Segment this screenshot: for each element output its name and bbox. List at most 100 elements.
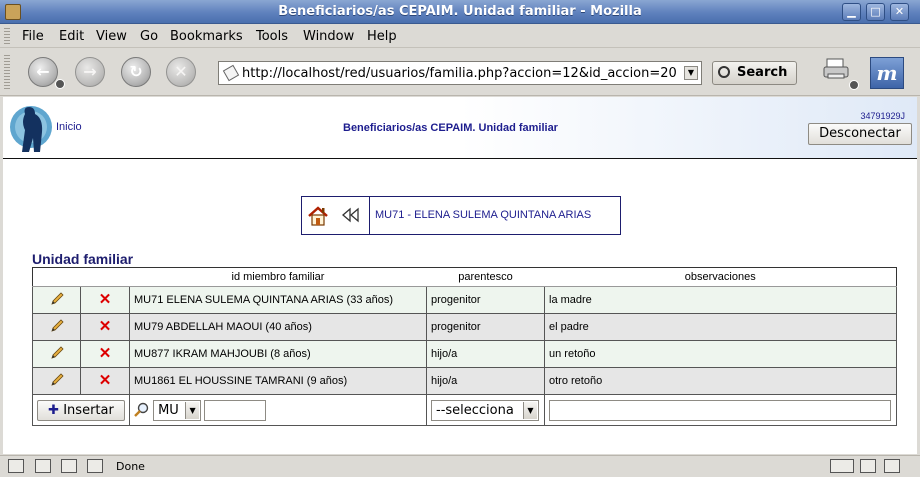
notes-input[interactable] bbox=[549, 399, 891, 421]
mozilla-status-icon[interactable] bbox=[8, 459, 24, 473]
menu-bar: File Edit View Go Bookmarks Tools Window… bbox=[0, 25, 920, 48]
back-arrow-icon: ← bbox=[36, 62, 50, 81]
forward-button[interactable]: → bbox=[75, 57, 105, 87]
edit-pencil-icon[interactable] bbox=[49, 345, 65, 361]
relation-cell: progenitor bbox=[426, 286, 545, 314]
menu-bookmarks[interactable]: Bookmarks bbox=[170, 29, 243, 44]
user-id: 34791929J bbox=[860, 111, 905, 121]
menu-window[interactable]: Window bbox=[303, 29, 354, 44]
delete-x-icon[interactable]: ✕ bbox=[99, 373, 112, 389]
delete-x-icon[interactable]: ✕ bbox=[99, 319, 112, 335]
new-member-cell: MU ▼ bbox=[129, 394, 427, 426]
mail-icon[interactable] bbox=[35, 459, 51, 473]
minimize-button[interactable]: ▁ bbox=[842, 3, 861, 21]
actions-header bbox=[32, 267, 130, 287]
window-title: Beneficiarios/as CEPAIM. Unidad familiar… bbox=[278, 4, 642, 19]
rewind-icon[interactable] bbox=[341, 207, 361, 223]
url-text[interactable]: http://localhost/red/usuarios/familia.ph… bbox=[242, 66, 677, 81]
member-cell: MU877 IKRAM MAHJOUBI (8 años) bbox=[129, 340, 427, 368]
edit-cell bbox=[32, 286, 81, 314]
online-status-icon[interactable] bbox=[830, 459, 854, 473]
popup-blocked-icon[interactable] bbox=[860, 459, 876, 473]
close-button[interactable]: ✕ bbox=[890, 3, 909, 21]
page-viewport: Inicio Beneficiarios/as CEPAIM. Unidad f… bbox=[3, 97, 917, 454]
delete-x-icon[interactable]: ✕ bbox=[99, 346, 112, 362]
url-history-dropdown[interactable]: ▼ bbox=[684, 66, 698, 80]
notes-cell: el padre bbox=[544, 313, 897, 341]
table-row: ✕ MU71 ELENA SULEMA QUINTANA ARIAS (33 a… bbox=[32, 286, 897, 314]
member-prefix-value: MU bbox=[158, 402, 179, 418]
edit-cell bbox=[32, 340, 81, 368]
column-header-relation: parentesco bbox=[426, 267, 545, 287]
new-relation-cell: --selecciona ▼ bbox=[426, 394, 545, 426]
print-button[interactable] bbox=[822, 57, 852, 85]
security-lock-icon bbox=[884, 459, 900, 473]
menu-tools[interactable]: Tools bbox=[256, 29, 288, 44]
page-header: Inicio Beneficiarios/as CEPAIM. Unidad f… bbox=[3, 97, 917, 159]
current-member-link[interactable]: MU71 - ELENA SULEMA QUINTANA ARIAS bbox=[375, 209, 591, 221]
title-bar: Beneficiarios/as CEPAIM. Unidad familiar… bbox=[0, 0, 920, 24]
stop-button[interactable]: ✕ bbox=[166, 57, 196, 87]
reload-button[interactable]: ↻ bbox=[121, 57, 151, 87]
relation-cell: hijo/a bbox=[426, 340, 545, 368]
menu-help[interactable]: Help bbox=[367, 29, 397, 44]
delete-cell: ✕ bbox=[80, 340, 130, 368]
section-title: Unidad familiar bbox=[32, 251, 134, 267]
table-row: ✕ MU1861 EL HOUSSINE TAMRANI (9 años) hi… bbox=[32, 367, 897, 395]
notes-cell: la madre bbox=[544, 286, 897, 314]
forward-arrow-icon: → bbox=[83, 62, 97, 81]
menu-go[interactable]: Go bbox=[140, 29, 158, 44]
insert-button[interactable]: ✚ Insertar bbox=[37, 399, 125, 421]
print-dropdown-icon[interactable] bbox=[849, 80, 859, 90]
notes-cell: un retoño bbox=[544, 340, 897, 368]
delete-cell: ✕ bbox=[80, 286, 130, 314]
menu-edit[interactable]: Edit bbox=[59, 29, 84, 44]
url-bar[interactable]: http://localhost/red/usuarios/familia.ph… bbox=[218, 61, 702, 85]
search-button-label: Search bbox=[737, 65, 788, 80]
member-prefix-select[interactable]: MU ▼ bbox=[153, 399, 202, 421]
cepaim-logo bbox=[10, 106, 52, 152]
maximize-button[interactable]: □ bbox=[866, 3, 885, 21]
back-history-dropdown-icon[interactable] bbox=[55, 79, 65, 89]
relation-cell: progenitor bbox=[426, 313, 545, 341]
edit-cell bbox=[32, 313, 81, 341]
chevron-down-icon: ▼ bbox=[185, 401, 200, 419]
edit-pencil-icon[interactable] bbox=[49, 291, 65, 307]
delete-x-icon[interactable]: ✕ bbox=[99, 292, 112, 308]
disconnect-button[interactable]: Desconectar bbox=[808, 123, 912, 145]
member-number-input[interactable] bbox=[204, 399, 267, 421]
insert-cell: ✚ Insertar bbox=[32, 394, 130, 426]
search-button[interactable]: Search bbox=[712, 61, 797, 85]
new-member-row: ✚ Insertar MU ▼ --selecciona ▼ bbox=[32, 394, 897, 426]
page-header-title: Beneficiarios/as CEPAIM. Unidad familiar bbox=[343, 122, 558, 134]
family-table: id miembro familiar parentesco observaci… bbox=[32, 267, 897, 426]
table-header-row: id miembro familiar parentesco observaci… bbox=[32, 267, 897, 287]
browser-window: Beneficiarios/as CEPAIM. Unidad familiar… bbox=[0, 0, 920, 477]
home-link[interactable]: Inicio bbox=[56, 121, 82, 133]
member-lookup-icon[interactable] bbox=[134, 402, 150, 418]
home-icon[interactable] bbox=[307, 205, 329, 227]
status-bar: Done bbox=[0, 455, 920, 477]
relation-cell: hijo/a bbox=[426, 367, 545, 395]
navigation-toolbar: ← → ↻ ✕ http://localhost/red/usuarios/fa… bbox=[0, 49, 920, 96]
delete-cell: ✕ bbox=[80, 313, 130, 341]
edit-cell bbox=[32, 367, 81, 395]
menubar-grip[interactable] bbox=[4, 28, 10, 45]
relation-select[interactable]: --selecciona ▼ bbox=[431, 399, 539, 421]
edit-pencil-icon[interactable] bbox=[49, 372, 65, 388]
edit-pencil-icon[interactable] bbox=[49, 318, 65, 334]
delete-cell: ✕ bbox=[80, 367, 130, 395]
back-button[interactable]: ← bbox=[28, 57, 58, 87]
menu-view[interactable]: View bbox=[96, 29, 127, 44]
member-cell: MU1861 EL HOUSSINE TAMRANI (9 años) bbox=[129, 367, 427, 395]
reload-icon: ↻ bbox=[129, 62, 143, 81]
menu-file[interactable]: File bbox=[22, 29, 44, 44]
member-navigation: MU71 - ELENA SULEMA QUINTANA ARIAS bbox=[301, 196, 621, 235]
column-header-notes: observaciones bbox=[544, 267, 897, 287]
toolbar-grip[interactable] bbox=[4, 55, 10, 91]
address-book-icon[interactable] bbox=[87, 459, 103, 473]
mozilla-logo[interactable]: m bbox=[870, 57, 904, 89]
stop-icon: ✕ bbox=[174, 62, 188, 81]
composer-icon[interactable] bbox=[61, 459, 77, 473]
relation-select-value: --selecciona bbox=[436, 402, 514, 418]
